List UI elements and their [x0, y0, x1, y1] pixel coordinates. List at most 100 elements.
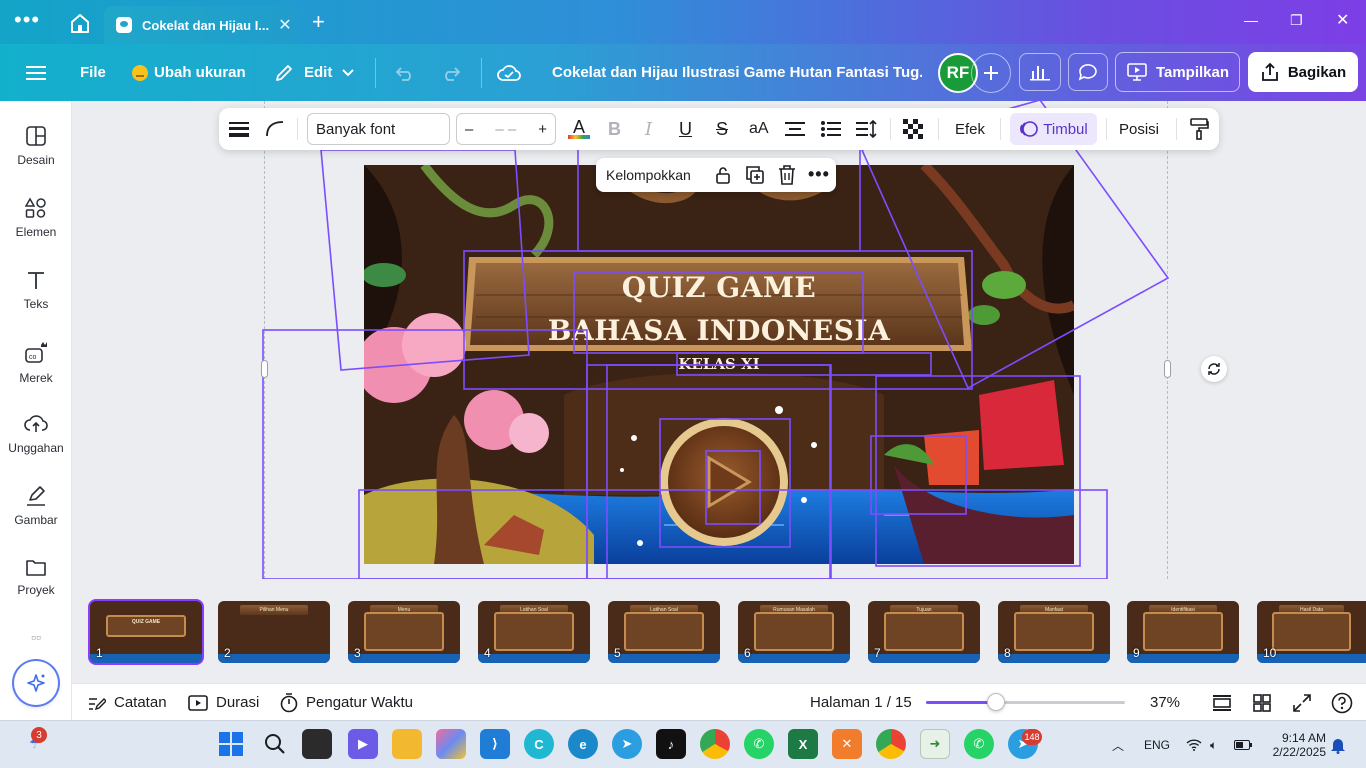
line-weight-icon[interactable]: [229, 108, 249, 150]
cloud-saved-icon[interactable]: [497, 44, 521, 101]
transparency-icon[interactable]: [903, 108, 923, 150]
restore-icon[interactable]: ❐: [1290, 12, 1303, 29]
slide-title-line2[interactable]: BAHASA INDONESIA: [364, 314, 1074, 347]
minimize-icon[interactable]: —: [1244, 12, 1258, 28]
curve-icon[interactable]: [265, 108, 285, 150]
home-icon[interactable]: [66, 10, 94, 36]
slide-subtitle[interactable]: KELAS XI: [364, 355, 1074, 373]
volume-icon[interactable]: 🔈︎: [1210, 721, 1217, 768]
battery-icon[interactable]: [1234, 721, 1252, 768]
windows-start-icon[interactable]: [216, 729, 246, 759]
font-family-select[interactable]: Banyak font: [307, 113, 450, 145]
undo-icon[interactable]: [394, 44, 416, 101]
thumbnail-page-4[interactable]: Latihan Soal 4: [478, 601, 590, 663]
resize-handle-right[interactable]: [1164, 360, 1171, 378]
app-icon[interactable]: ➜: [920, 729, 950, 759]
duration-button[interactable]: Durasi: [188, 684, 259, 721]
present-button[interactable]: Tampilkan: [1115, 52, 1240, 92]
language-indicator[interactable]: ENG: [1144, 721, 1170, 768]
invite-button[interactable]: [971, 53, 1011, 93]
sidebar-item-text[interactable]: Teks: [0, 269, 72, 311]
close-tab-icon[interactable]: ✕: [272, 15, 298, 35]
text-color-button[interactable]: A: [568, 108, 590, 150]
copilot-icon[interactable]: [436, 729, 466, 759]
font-size-stepper[interactable]: – – – +: [456, 113, 556, 145]
sidebar-item-elements[interactable]: Elemen: [0, 197, 72, 239]
sidebar-item-projects[interactable]: Proyek: [0, 557, 72, 597]
tiktok-icon[interactable]: ♪: [656, 729, 686, 759]
search-icon[interactable]: [260, 729, 290, 759]
duplicate-icon[interactable]: [746, 166, 764, 187]
italic-button[interactable]: I: [645, 108, 652, 150]
paint-roller-icon[interactable]: [1189, 108, 1209, 150]
slide-title-line1[interactable]: QUIZ GAME: [364, 271, 1074, 304]
tray-overflow-icon[interactable]: ︿: [1112, 721, 1124, 768]
vscode-icon[interactable]: ⟩: [480, 729, 510, 759]
zoom-slider-knob[interactable]: [986, 693, 1005, 711]
resize-handle-left[interactable]: [261, 360, 268, 378]
magic-assistant-button[interactable]: [14, 661, 58, 705]
align-center-icon[interactable]: [785, 108, 805, 150]
effects-button[interactable]: Efek: [955, 108, 985, 150]
font-size-value[interactable]: – –: [495, 121, 516, 138]
hamburger-menu-icon[interactable]: [26, 44, 46, 101]
rotate-icon[interactable]: [1201, 356, 1227, 382]
zoom-level[interactable]: 37%: [1150, 684, 1180, 721]
chrome-profile-icon[interactable]: [876, 729, 906, 759]
apps-icon[interactable]: ▫▫: [0, 629, 72, 645]
excel-icon[interactable]: X: [788, 729, 818, 759]
notification-bell-icon[interactable]: [1330, 721, 1346, 768]
xampp-icon[interactable]: ✕: [832, 729, 862, 759]
wifi-icon[interactable]: [1186, 721, 1202, 768]
telegram-icon[interactable]: ➤: [612, 729, 642, 759]
share-button[interactable]: Bagikan: [1248, 52, 1358, 92]
browser-menu-icon[interactable]: •••: [14, 9, 40, 31]
whatsapp-icon[interactable]: ✆: [744, 729, 774, 759]
edit-menu-button[interactable]: Edit: [274, 44, 355, 101]
line-spacing-icon[interactable]: [856, 108, 878, 150]
lock-icon[interactable]: [714, 166, 732, 187]
group-button[interactable]: Kelompokkan: [606, 167, 691, 183]
insights-button[interactable]: [1019, 53, 1061, 91]
meet-icon[interactable]: ▶: [348, 729, 378, 759]
comment-button[interactable]: [1068, 53, 1108, 91]
page-view-icon[interactable]: [1213, 684, 1231, 721]
position-button[interactable]: Posisi: [1119, 108, 1159, 150]
thumbnail-page-5[interactable]: Latihan Soal 5: [608, 601, 720, 663]
new-tab-button[interactable]: +: [312, 10, 325, 34]
zoom-slider[interactable]: [926, 693, 1125, 711]
clock[interactable]: 9:14 AM 2/22/2025: [1266, 721, 1326, 768]
whatsapp-desktop-icon[interactable]: ✆: [964, 729, 994, 759]
notes-button[interactable]: Catatan: [88, 684, 167, 721]
edge-icon[interactable]: e: [568, 729, 598, 759]
browser-tab[interactable]: Cokelat dan Hijau I... ✕: [104, 6, 298, 44]
decrease-font-button[interactable]: –: [465, 121, 473, 138]
close-window-icon[interactable]: ✕: [1336, 10, 1349, 30]
file-menu-button[interactable]: File: [80, 44, 106, 101]
sidebar-item-upload[interactable]: Unggahan: [0, 413, 72, 455]
list-icon[interactable]: [821, 108, 841, 150]
more-options-icon[interactable]: •••: [808, 164, 830, 185]
resize-button[interactable]: Ubah ukuran: [132, 44, 246, 101]
slide-canvas[interactable]: QUIZ GAME BAHASA INDONESIA KELAS XI: [364, 165, 1074, 564]
fullscreen-icon[interactable]: [1293, 684, 1311, 721]
sidebar-item-brand[interactable]: co Merek: [0, 341, 72, 385]
strikethrough-button[interactable]: S: [716, 108, 728, 150]
canva-taskbar-icon[interactable]: C: [524, 729, 554, 759]
redo-icon[interactable]: [440, 44, 462, 101]
document-title[interactable]: Cokelat dan Hijau Ilustrasi Game Hutan F…: [552, 44, 922, 101]
increase-font-button[interactable]: +: [538, 121, 547, 138]
animate-button[interactable]: Timbul: [1010, 113, 1097, 145]
help-icon[interactable]: [1331, 684, 1353, 721]
file-explorer-icon[interactable]: [392, 729, 422, 759]
timer-button[interactable]: Pengatur Waktu: [280, 684, 413, 721]
thumbnail-page-1[interactable]: QUIZ GAME 1: [90, 601, 202, 663]
grid-view-icon[interactable]: [1253, 684, 1271, 721]
thumbnail-page-9[interactable]: Identifikasi 9: [1127, 601, 1239, 663]
task-view-icon[interactable]: [302, 729, 332, 759]
underline-button[interactable]: U: [679, 108, 692, 150]
page-indicator[interactable]: Halaman 1 / 15: [810, 684, 912, 721]
thumbnail-page-10[interactable]: Hasil Data 10: [1257, 601, 1366, 663]
chrome-icon[interactable]: [700, 729, 730, 759]
trash-icon[interactable]: [778, 165, 796, 188]
